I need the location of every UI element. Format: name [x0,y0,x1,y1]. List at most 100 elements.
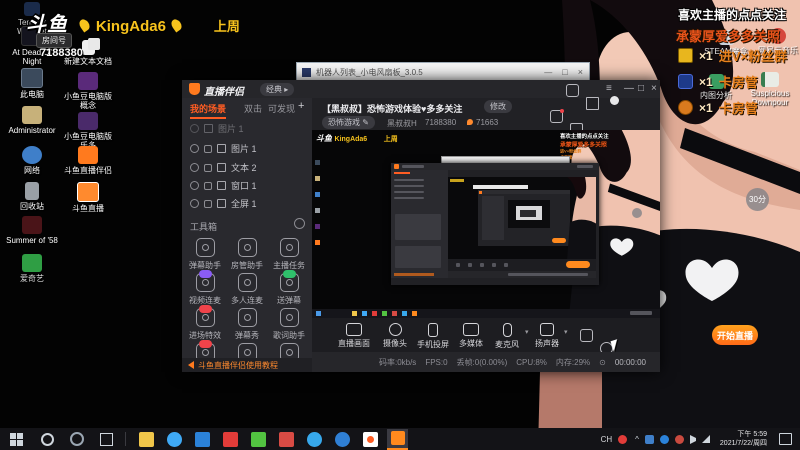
mini-window-icon[interactable] [580,329,593,342]
lock-icon[interactable] [204,163,212,172]
speaker-button[interactable]: 扬声器 [530,323,564,349]
visibility-eye-icon[interactable] [190,163,199,172]
desktop-icon[interactable]: 此电脑 [6,68,58,99]
maximize-button[interactable]: □ [638,83,644,94]
tool-item[interactable]: 送弹幕 [268,270,310,306]
tray-expand-arrow[interactable]: ^ [635,435,639,444]
desktop-icon[interactable]: Administrator [6,106,58,135]
notice-line-2: 承蒙厚爱多多关照 [676,29,781,44]
browser-icon[interactable] [167,431,182,447]
streamer-task-icon [279,238,299,257]
tutorial-bar[interactable]: 斗鱼直播伴侣使用教程 [182,358,312,372]
minimize-button[interactable]: — [544,68,552,77]
tray-person-icon[interactable] [674,434,684,444]
add-scene-button[interactable]: + [298,100,304,112]
visibility-eye-icon[interactable] [190,199,199,208]
microphone-dropdown-caret[interactable]: ▾ [525,328,529,336]
taskbar: CH ^ 下午 5:59 2021/7/22/周四 [0,428,800,450]
clock[interactable]: 下午 5:59 2021/7/22/周四 [720,430,767,448]
network-icon[interactable] [701,435,710,443]
camera-button[interactable]: 摄像头 [378,323,412,349]
red-app-icon[interactable] [223,431,238,447]
collapse-icon[interactable] [294,218,305,229]
tool-item[interactable]: 房管助手 [226,238,268,271]
filter-icon[interactable] [586,97,599,110]
desktop-icon[interactable]: 斗鱼直播 [62,182,114,213]
app-name: 直播伴侣 [204,87,244,98]
douyu-app-icon[interactable] [363,431,378,447]
network-icon [22,146,42,164]
desktop-icon[interactable]: 回收站 [6,182,58,211]
blue-bird-app-icon[interactable] [307,431,322,447]
maximize-button[interactable]: □ [562,67,567,77]
phone-cast-button[interactable]: 手机投屏 [416,323,450,350]
game-icon [78,112,98,130]
tab-2[interactable]: 双击 [244,102,262,115]
blue-circle-app-icon[interactable] [335,431,350,447]
tim-icon[interactable] [195,431,210,447]
desktop-icon[interactable]: 小鱼豆电脑版概念 [62,72,114,110]
close-button[interactable]: × [578,67,583,77]
source-row[interactable]: 窗口 1 [190,179,257,192]
status-bitrate: 码率:0kb/s [378,357,417,367]
avatar[interactable] [610,96,619,105]
menu-icon[interactable]: ≡ [606,83,612,94]
start-button[interactable] [10,432,23,446]
language-indicator[interactable]: CH [601,435,613,444]
room-number: 7188380 [40,47,83,59]
stream-screen-button[interactable]: 直播画面 [337,323,371,349]
task-view-icon[interactable] [100,432,113,446]
photos-app-icon[interactable] [279,431,294,447]
lock-icon[interactable] [204,144,212,153]
close-button[interactable]: × [651,83,657,94]
start-stream-button[interactable]: 开始直播 [712,325,758,345]
minimize-button[interactable]: — [624,83,634,94]
visibility-eye-icon[interactable] [190,181,199,190]
companion-app-icon-active[interactable] [387,428,408,450]
wechat-icon[interactable] [251,431,266,447]
desktop-icon[interactable]: 小鱼豆电脑版乐多 [62,112,114,150]
mode-pill[interactable]: 经典 ▸ [260,83,295,96]
volume-icon[interactable] [689,434,696,444]
lock-icon[interactable] [204,199,212,208]
tool-item[interactable]: 视频连麦 [184,270,226,306]
tray-red-icon[interactable] [618,434,628,444]
desktop-icon[interactable]: 爱奇艺 [6,254,58,283]
tool-item[interactable]: 进场特效 [184,305,226,341]
gift-icon[interactable] [550,109,564,123]
image-icon [204,124,213,133]
category-pill[interactable]: 恐怖游戏 ✎ [322,116,375,129]
visibility-eye-icon[interactable] [190,144,199,153]
lock-icon[interactable] [204,181,212,190]
tool-item[interactable]: 弹幕助手 [184,238,226,271]
heat-value: 71663 [476,118,499,127]
tab-3[interactable]: 可发现 [268,102,295,115]
cortana-icon[interactable] [70,432,84,446]
file-explorer-icon[interactable] [139,431,154,447]
edit-button[interactable]: 修改 [484,100,512,113]
desktop-icon[interactable]: 斗鱼直播伴侣 [62,146,114,175]
speaker-dropdown-caret[interactable]: ▾ [564,328,568,336]
source-row[interactable]: 图片 1 [190,142,257,155]
tool-item[interactable]: 歌词助手 [268,308,310,341]
microphone-button[interactable]: 麦克风 [490,323,524,350]
tool-item[interactable]: 主播任务 [268,238,310,271]
tray-defender-icon[interactable] [644,434,654,444]
tool-item[interactable]: 多人连麦 [226,273,268,306]
tab-my-scene[interactable]: 我的场景 [190,102,227,119]
theme-icon[interactable] [566,84,579,97]
source-row[interactable]: 全屏 1 [190,197,257,210]
text-icon [217,163,226,172]
source-row-muted[interactable]: 图片 1 [190,122,244,135]
source-row[interactable]: 文本 2 [190,161,257,174]
tutorial-link[interactable]: 斗鱼直播伴侣使用教程 [198,360,278,371]
desktop-icon[interactable]: Summer of '58 [6,216,58,245]
media-button[interactable]: 多媒体 [454,323,488,349]
tool-item[interactable]: 弹幕秀 [226,308,268,341]
media-icon [463,323,479,336]
tray-check-icon[interactable] [659,434,669,444]
desktop-icon[interactable]: 网络 [6,146,58,175]
search-icon[interactable] [41,432,54,446]
phone-icon [428,323,438,337]
action-center-icon[interactable] [779,433,792,445]
